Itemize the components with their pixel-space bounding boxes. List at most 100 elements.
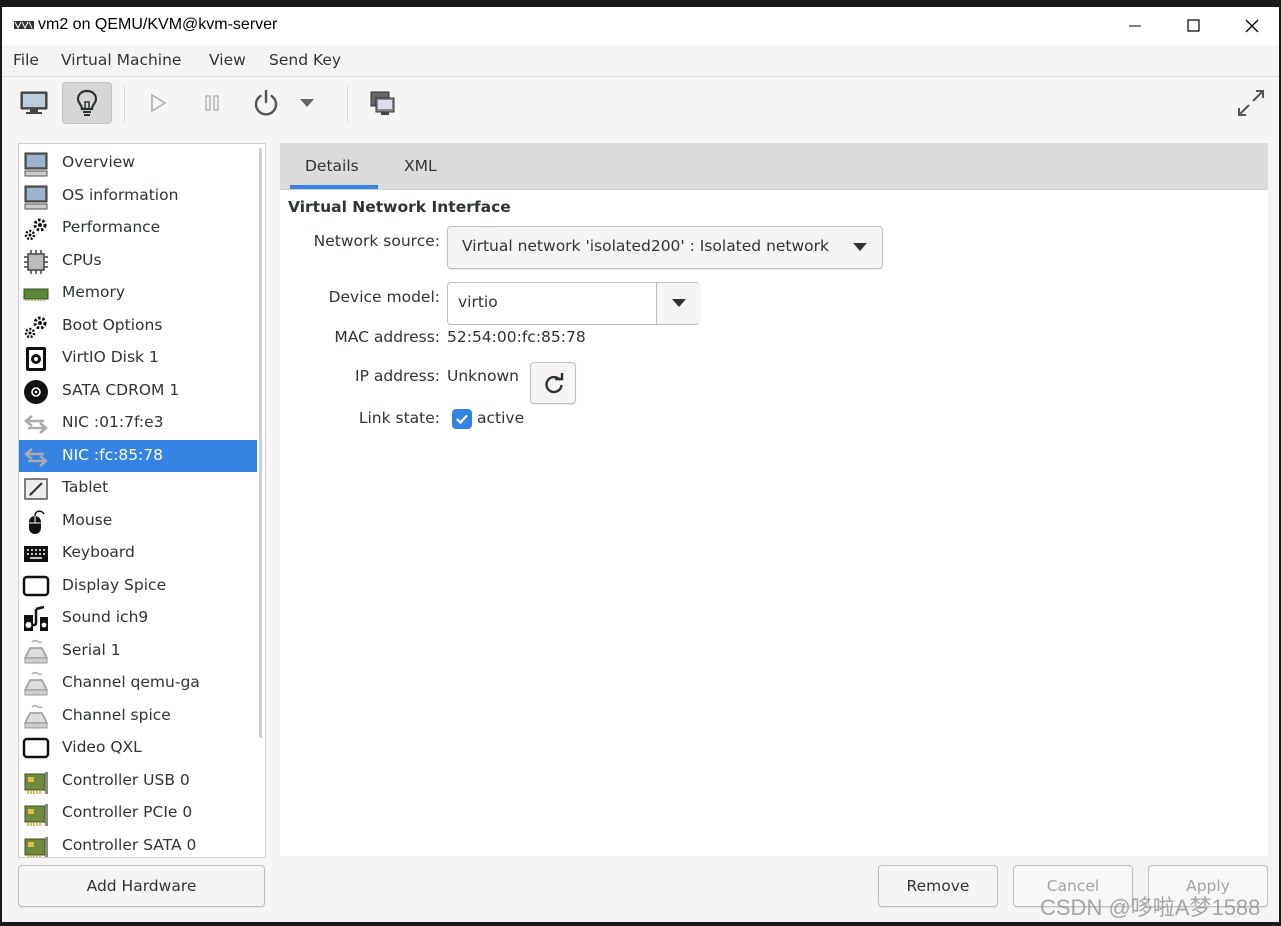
run-button[interactable] [133,82,183,124]
sidebar-item-label: NIC :fc:85:78 [62,445,164,464]
sidebar-item-label: Controller PCIe 0 [62,803,193,821]
sidebar-item-label: Boot Options [62,315,163,334]
sidebar-item[interactable]: Mouse [19,505,257,537]
sidebar-item[interactable]: Boot Options [19,310,257,342]
sidebar-item[interactable]: Keyboard [19,537,257,569]
sidebar-item[interactable]: Video QXL [19,732,257,764]
sidebar-item[interactable]: Display Spice [19,570,257,602]
toolbar-separator [124,85,125,123]
sound-icon [24,605,48,631]
fullscreen-icon [1238,90,1264,116]
sidebar-item[interactable]: OS information [19,180,257,212]
toolbar [2,77,1279,131]
mac-address-label: MAC address: [334,328,440,346]
menu-send-key[interactable]: Send Key [269,51,341,69]
sidebar-item[interactable]: Controller SATA 0 [19,830,257,857]
snapshots-button[interactable] [358,82,408,124]
monitor-icon [24,152,48,177]
sidebar-item[interactable]: Controller PCIe 0 [19,797,257,829]
sidebar-item[interactable]: CPUs [19,245,257,277]
watermark: CSDN @哆啦A梦1588 [1040,895,1261,920]
sidebar-item-label: VirtIO Disk 1 [62,348,159,366]
keyboard-icon [24,546,48,562]
device-model-dropdown-button[interactable] [656,283,701,324]
network-source-dropdown[interactable]: Virtual network 'isolated200' : Isolated… [447,226,883,269]
sidebar-item[interactable]: VirtIO Disk 1 [19,342,257,374]
refresh-ip-button[interactable] [530,362,576,404]
sidebar-item-label: OS information [62,185,179,204]
sidebar-item-label: Keyboard [62,543,135,561]
section-title: Virtual Network Interface [288,198,511,216]
display-icon [22,575,50,596]
sidebar-item-label: Sound ich9 [62,608,149,626]
sidebar-item[interactable]: Channel qemu-ga [19,667,257,699]
hardware-list: Overview OS information Performance CPUs Mem… [18,143,266,858]
network-source-value: Virtual network 'isolated200' : Isolated… [462,237,830,255]
vm-details-window: vm2 on QEMU/KVM@kvm-server File Virtual … [2,7,1279,922]
console-view-button[interactable] [9,82,59,124]
checkmark-icon [456,414,468,425]
controller-icon [24,836,48,857]
gears-icon [24,316,47,338]
maximize-button[interactable] [1170,11,1216,41]
sidebar-item-label: NIC :01:7f:e3 [62,413,164,431]
cdrom-icon [24,379,48,404]
add-hardware-button[interactable]: Add Hardware [18,865,265,907]
details-view-button[interactable] [62,82,112,124]
sidebar-item[interactable]: Serial 1 [19,635,257,667]
sidebar-item-label: Display Spice [62,575,167,594]
serial-icon [23,671,49,696]
sidebar-item[interactable]: Channel spice [19,700,257,732]
shutdown-menu-button[interactable] [292,82,322,124]
controller-icon [24,771,48,794]
monitor-icon [24,185,48,209]
network-source-label: Network source: [313,232,440,250]
minimize-button[interactable] [1112,11,1158,41]
sidebar-item[interactable]: Controller USB 0 [19,765,257,797]
tab-xml[interactable]: XML [404,157,437,175]
sidebar-item-label: Controller SATA 0 [62,835,197,854]
sidebar-scrollbar[interactable] [259,148,262,738]
sidebar-item[interactable]: Memory [19,277,257,309]
menu-virtual-machine[interactable]: Virtual Machine [61,51,181,69]
window-title: vm2 on QEMU/KVM@kvm-server [38,16,278,33]
sidebar-item[interactable]: Performance [19,212,257,244]
pause-button[interactable] [187,82,237,124]
device-model-input[interactable]: virtio [458,293,498,311]
sidebar-item-label: Performance [62,218,161,236]
sidebar-item-label: Video QXL [62,738,142,756]
ram-icon [23,288,49,301]
menu-view[interactable]: View [209,51,246,69]
sidebar-item-label: Channel qemu-ga [62,673,200,691]
sidebar-item[interactable]: Overview [19,147,257,179]
sidebar-item-label: Controller USB 0 [62,770,190,789]
nic-icon [24,415,48,434]
sidebar-item[interactable]: NIC :fc:85:78 [19,439,257,472]
close-icon [1245,19,1259,33]
remove-button[interactable]: Remove [878,865,998,907]
active-tab-indicator [290,185,378,189]
serial-icon [23,639,49,663]
sidebar-item-label: Channel spice [62,705,171,724]
menu-file[interactable]: File [13,51,39,69]
tablet-icon [24,478,48,500]
chevron-down-icon [672,299,686,307]
sidebar-item[interactable]: Tablet [19,472,257,504]
sidebar-item-label: Tablet [62,478,109,496]
serial-icon [23,704,49,728]
sidebar-item[interactable]: NIC :01:7f:e3 [19,407,257,439]
sidebar-item[interactable]: SATA CDROM 1 [19,375,257,407]
sidebar-item-label: Serial 1 [62,640,121,659]
chevron-down-icon [853,243,867,251]
tab-details[interactable]: Details [305,157,359,175]
link-state-label: Link state: [358,409,440,427]
fullscreen-button[interactable] [1226,82,1276,124]
chevron-down-icon [300,99,314,107]
sidebar-item-label: CPUs [62,250,102,269]
menu-bar: File Virtual Machine View Send Key [2,45,1279,77]
close-button[interactable] [1229,11,1275,41]
link-state-checkbox[interactable] [452,409,472,429]
minimize-icon [1129,25,1141,27]
shutdown-button[interactable] [241,82,291,124]
sidebar-item[interactable]: Sound ich9 [19,602,257,634]
